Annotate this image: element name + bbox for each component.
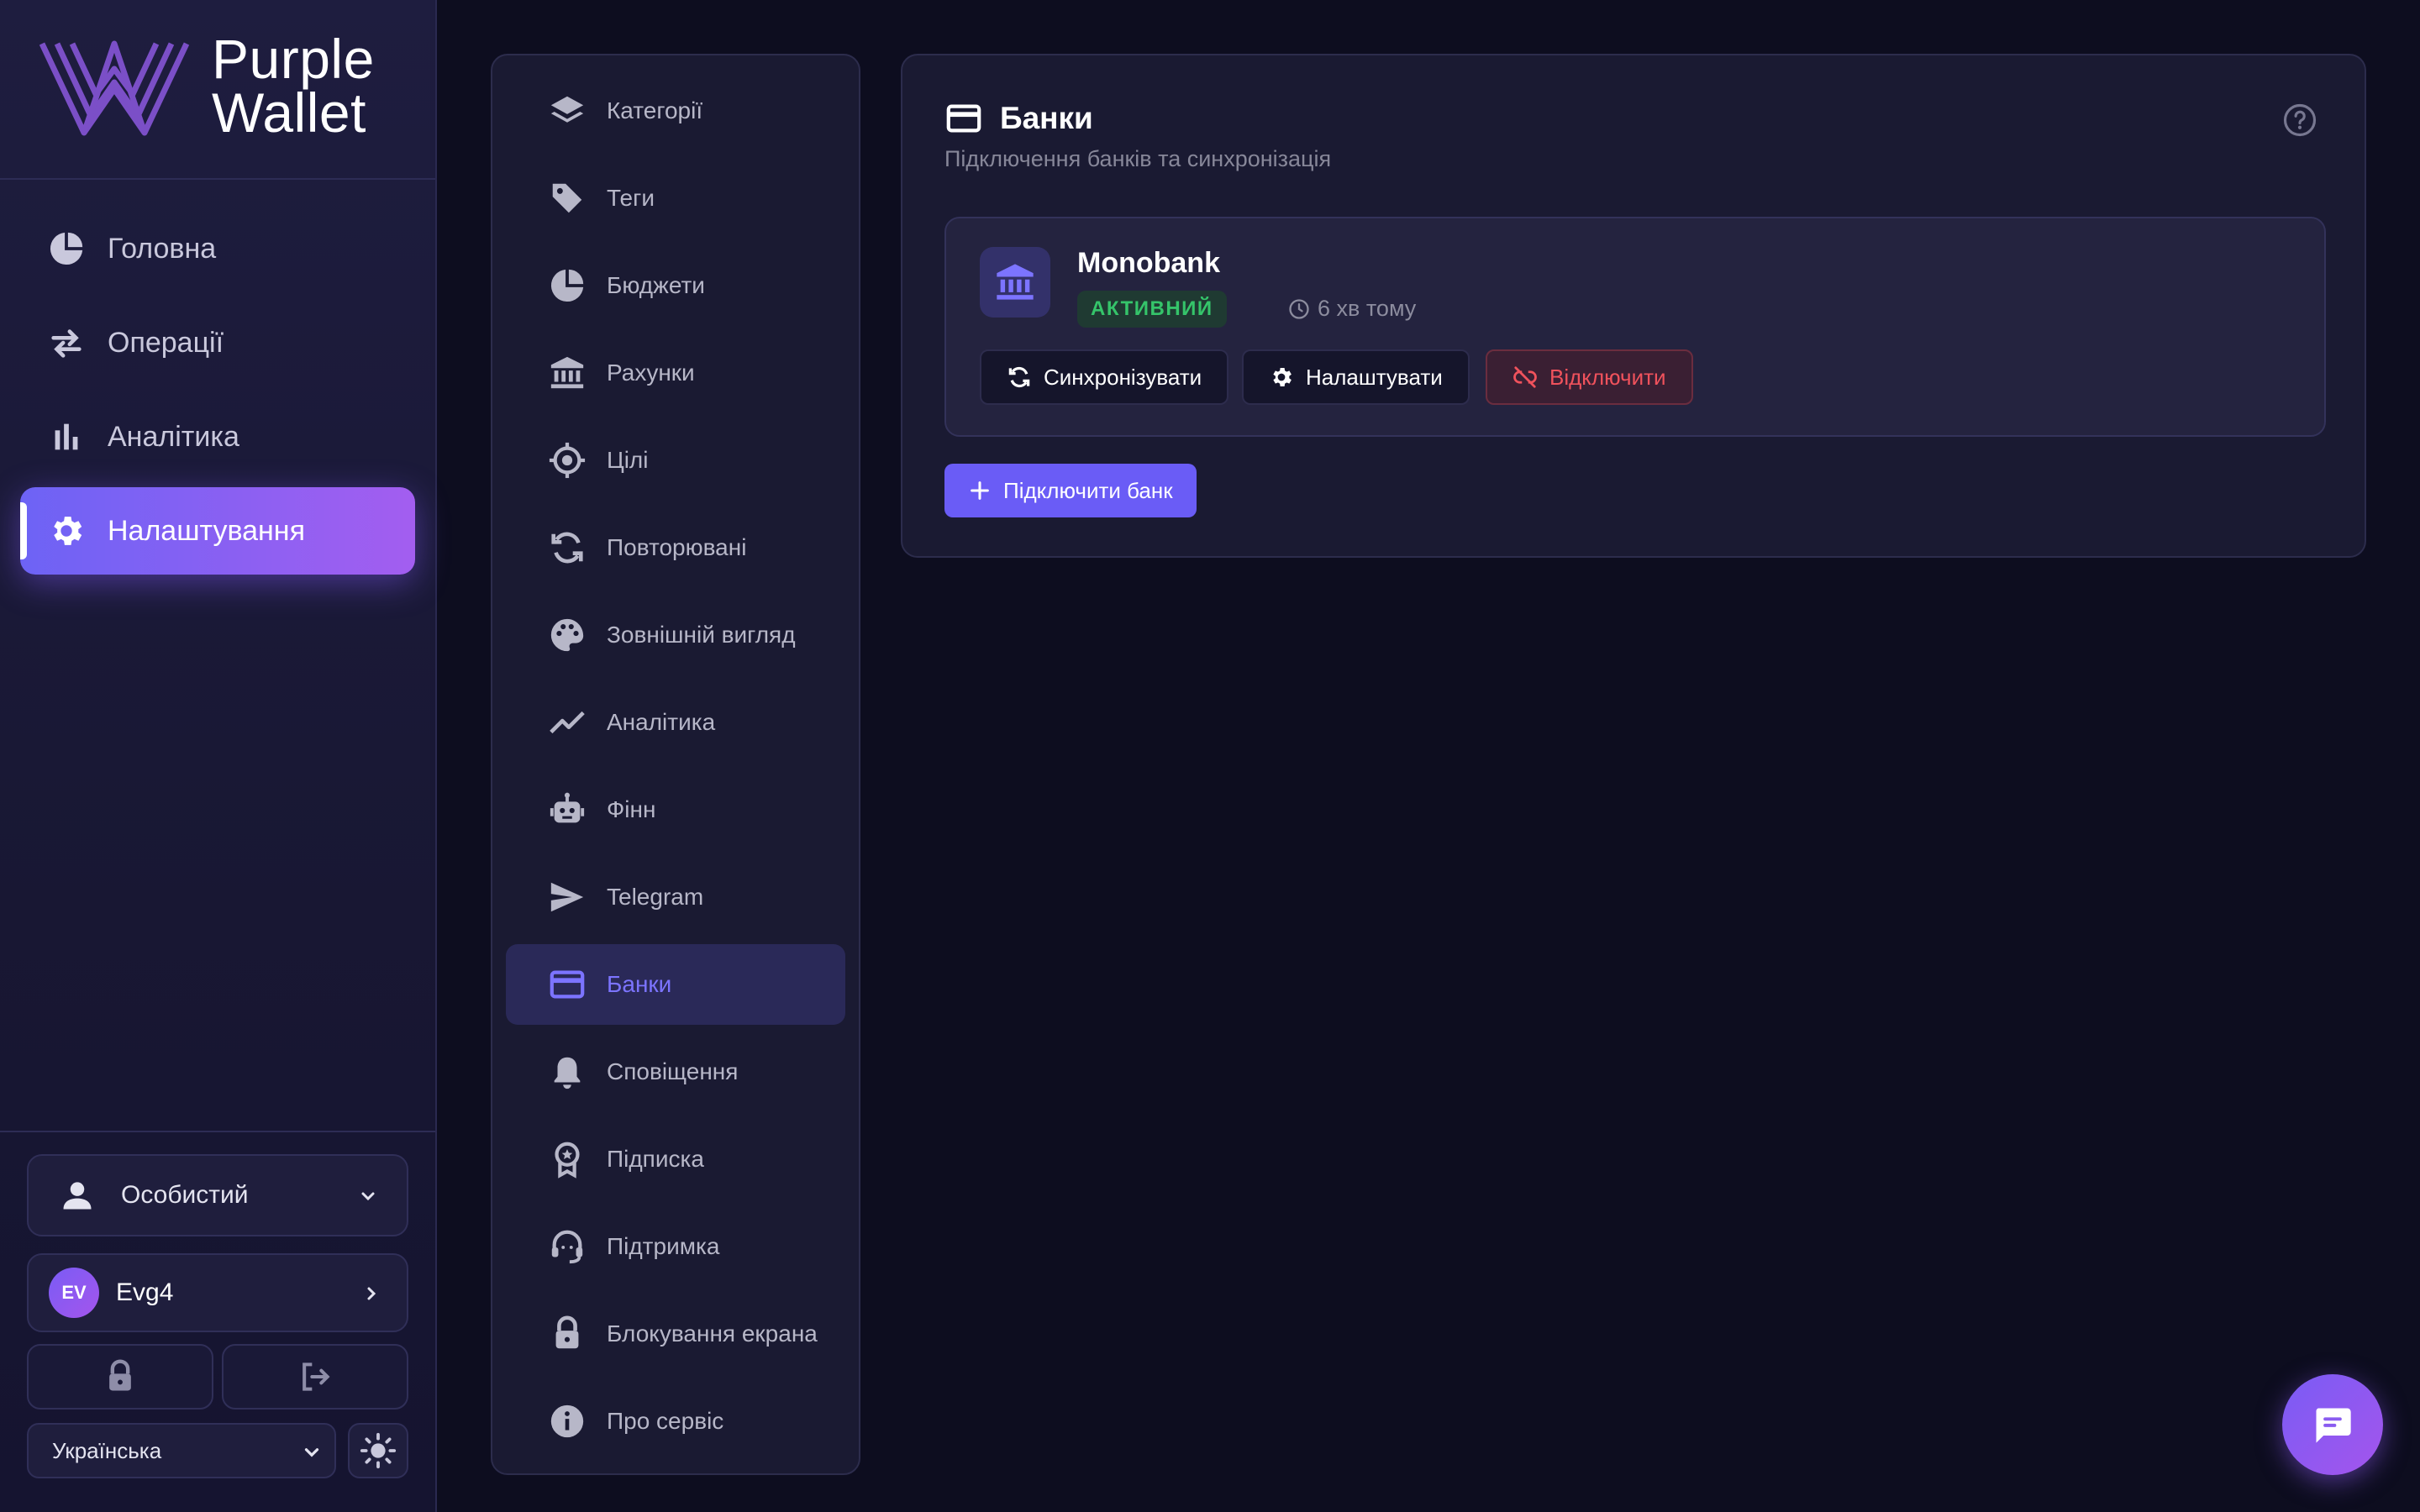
gear-icon <box>54 517 82 545</box>
status-badge: АКТИВНИЙ <box>1077 291 1227 328</box>
settings-item-support[interactable]: Підтримка <box>506 1206 845 1287</box>
avatar: EV <box>49 1268 99 1318</box>
account-select[interactable]: Особистий <box>27 1154 408 1236</box>
bar-chart-icon <box>55 423 78 450</box>
palette-icon <box>550 618 584 652</box>
chat-bubble-icon <box>2316 1408 2351 1443</box>
nav-item-analytics[interactable]: Аналітика <box>20 393 415 480</box>
settings-menu: Категорії Теги Бюджети Рахунки Цілі Повт… <box>491 54 860 1475</box>
person-icon <box>63 1182 92 1210</box>
settings-item-categories[interactable]: Категорії <box>506 71 845 151</box>
settings-item-telegram[interactable]: Telegram <box>506 857 845 937</box>
theme-toggle-button[interactable] <box>348 1423 408 1478</box>
page-subtitle: Підключення банків та синхронізація <box>944 146 1332 171</box>
bank-card-monobank: Monobank АКТИВНИЙ 6 хв тому Синхронізува… <box>944 217 2326 437</box>
sync-icon <box>1008 366 1030 388</box>
user-name: Evg4 <box>116 1278 174 1306</box>
brand-name: Purple Wallet <box>212 28 375 144</box>
sidebar-footer: Особистий EV Evg4 Українська <box>0 1131 435 1512</box>
settings-item-finn[interactable]: Фінн <box>506 769 845 850</box>
main-nav: Головна Операції Аналітика Налаштування <box>20 205 415 581</box>
settings-item-screen-lock[interactable]: Блокування екрана <box>506 1294 845 1374</box>
nav-item-home[interactable]: Головна <box>20 205 415 292</box>
settings-item-subscription[interactable]: Підписка <box>506 1119 845 1200</box>
lock-icon <box>109 1359 131 1391</box>
wallet-logo-icon <box>39 40 190 136</box>
settings-item-about[interactable]: Про сервіс <box>506 1381 845 1462</box>
bank-icon <box>997 264 1034 300</box>
sync-button[interactable]: Синхронізувати <box>980 349 1229 405</box>
info-icon <box>550 1404 584 1438</box>
connect-bank-button[interactable]: Підключити банк <box>944 464 1197 517</box>
lock-screen-button[interactable] <box>27 1344 213 1410</box>
language-select[interactable]: Українська <box>27 1423 336 1478</box>
settings-item-goals[interactable]: Цілі <box>506 420 845 501</box>
settings-item-budgets[interactable]: Бюджети <box>506 245 845 326</box>
target-icon <box>549 442 586 479</box>
tag-icon <box>552 183 582 213</box>
bell-icon <box>554 1057 581 1089</box>
trend-line-icon <box>550 711 585 734</box>
send-icon <box>550 882 584 912</box>
bank-name: Monobank <box>1077 247 1220 279</box>
unlink-icon <box>1513 366 1537 388</box>
page-title: Банки <box>944 99 1093 138</box>
swap-arrows-icon <box>51 329 82 358</box>
logout-button[interactable] <box>222 1344 408 1410</box>
repeat-icon <box>551 532 583 564</box>
chat-button[interactable] <box>2282 1374 2383 1475</box>
badge-icon <box>555 1142 580 1179</box>
layers-icon <box>550 96 584 123</box>
banks-panel: Банки Підключення банків та синхронізаці… <box>901 54 2366 558</box>
brand[interactable]: Purple Wallet <box>0 0 435 180</box>
settings-item-accounts[interactable]: Рахунки <box>506 333 845 413</box>
user-profile[interactable]: EV Evg4 <box>27 1253 408 1332</box>
pie-chart-icon <box>550 269 584 302</box>
last-sync-time: 6 хв тому <box>1287 296 1416 322</box>
plus-icon <box>971 481 989 500</box>
settings-item-tags[interactable]: Теги <box>506 158 845 239</box>
bank-icon <box>550 356 584 389</box>
bank-logo <box>980 247 1050 318</box>
credit-card-icon <box>550 970 585 999</box>
chevron-down-icon <box>304 1448 319 1457</box>
settings-item-banks[interactable]: Банки <box>506 944 845 1025</box>
settings-item-analytics[interactable]: Аналітика <box>506 682 845 763</box>
clock-icon <box>1289 298 1309 319</box>
chevron-down-icon <box>361 1192 375 1201</box>
headset-icon <box>551 1230 583 1264</box>
gear-icon <box>1273 368 1292 386</box>
robot-icon <box>550 792 585 823</box>
sidebar: Purple Wallet Головна Операції Аналітика… <box>0 0 437 1512</box>
configure-button[interactable]: Налаштувати <box>1242 349 1470 405</box>
sun-icon <box>360 1432 397 1469</box>
lock-icon <box>555 1315 579 1349</box>
help-icon[interactable] <box>2282 102 2317 138</box>
settings-item-recurring[interactable]: Повторювані <box>506 507 845 588</box>
pie-chart-icon <box>50 232 83 265</box>
disconnect-button[interactable]: Відключити <box>1486 349 1693 405</box>
nav-item-settings[interactable]: Налаштування <box>20 487 415 575</box>
logout-icon <box>302 1362 330 1391</box>
settings-item-appearance[interactable]: Зовнішній вигляд <box>506 595 845 675</box>
chevron-right-icon <box>367 1287 376 1300</box>
nav-item-operations[interactable]: Операції <box>20 299 415 386</box>
credit-card-icon <box>946 104 981 133</box>
settings-item-notifications[interactable]: Сповіщення <box>506 1032 845 1112</box>
